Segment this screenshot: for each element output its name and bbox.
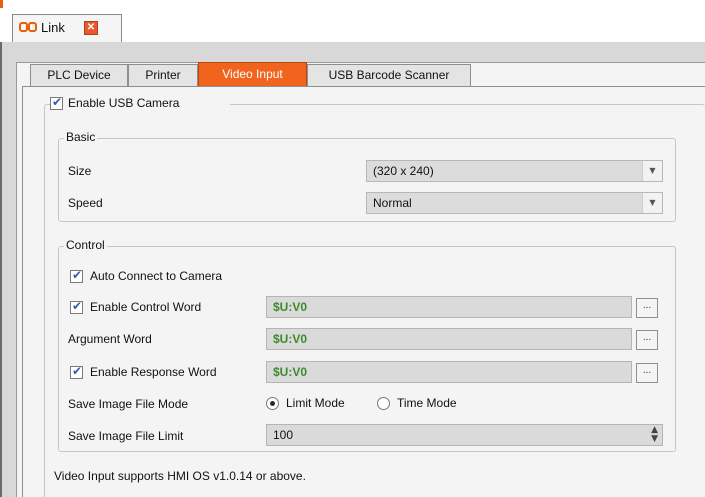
save-image-limit-label: Save Image File Limit [68,429,184,443]
time-mode-label: Time Mode [397,396,457,410]
time-mode-radio[interactable] [377,397,390,410]
radio-dot-icon [270,401,275,406]
limit-mode-radio[interactable] [266,397,279,410]
auto-connect-checkbox[interactable]: ✔ [70,268,83,283]
response-word-value: $U:V0 [273,365,308,379]
tab-usb-barcode-scanner[interactable]: USB Barcode Scanner [307,64,471,86]
size-value: (320 x 240) [373,164,434,178]
limit-mode-label: Limit Mode [286,396,345,410]
chevron-down-icon[interactable]: ▼ [642,161,662,181]
check-icon: ✔ [72,268,83,282]
argument-word-field[interactable]: $U:V0 [266,328,632,350]
spin-arrows-icon[interactable]: ▲ ▼ [651,426,658,444]
chevron-down-icon[interactable]: ▼ [642,193,662,213]
enable-usb-camera-checkbox[interactable]: ✔ [50,95,63,110]
check-icon: ✔ [72,364,83,378]
argument-word-browse-button[interactable]: ... [636,330,658,350]
close-icon[interactable]: ✕ [84,21,98,35]
argument-word-value: $U:V0 [273,332,308,346]
document-tab-title: Link [41,20,65,35]
brand-accent [0,0,3,8]
control-word-value: $U:V0 [273,300,308,314]
speed-value: Normal [373,196,412,210]
save-image-limit-stepper[interactable]: 100 ▲ ▼ [266,424,663,446]
control-word-browse-button[interactable]: ... [636,298,658,318]
usb-camera-legend: ✔ Enable USB Camera [50,95,230,112]
speed-select[interactable]: Normal ▼ [366,192,663,214]
speed-label: Speed [68,196,103,210]
size-select[interactable]: (320 x 240) ▼ [366,160,663,182]
link-icon [19,22,37,32]
check-icon: ✔ [52,95,63,109]
tab-video-input[interactable]: Video Input [198,62,307,86]
response-word-field[interactable]: $U:V0 [266,361,632,383]
enable-control-word-label: Enable Control Word [90,300,202,314]
os-support-note: Video Input supports HMI OS v1.0.14 or a… [54,469,306,483]
enable-response-word-label: Enable Response Word [90,365,217,379]
check-icon: ✔ [72,299,83,313]
document-tab-link[interactable]: Link ✕ [12,14,122,42]
basic-legend: Basic [64,130,98,144]
size-label: Size [68,164,92,178]
document-tab-strip: Link ✕ [0,0,705,42]
enable-response-word-checkbox[interactable]: ✔ [70,364,83,379]
response-word-browse-button[interactable]: ... [636,363,658,383]
save-image-mode-label: Save Image File Mode [68,397,189,411]
tab-printer[interactable]: Printer [128,64,198,86]
save-image-limit-value: 100 [273,428,294,442]
argument-word-label: Argument Word [68,332,152,346]
enable-control-word-checkbox[interactable]: ✔ [70,299,83,314]
auto-connect-label: Auto Connect to Camera [90,269,223,283]
enable-usb-camera-label: Enable USB Camera [68,96,180,110]
tab-plc-device[interactable]: PLC Device [30,64,128,86]
control-word-field[interactable]: $U:V0 [266,296,632,318]
control-legend: Control [64,238,107,252]
